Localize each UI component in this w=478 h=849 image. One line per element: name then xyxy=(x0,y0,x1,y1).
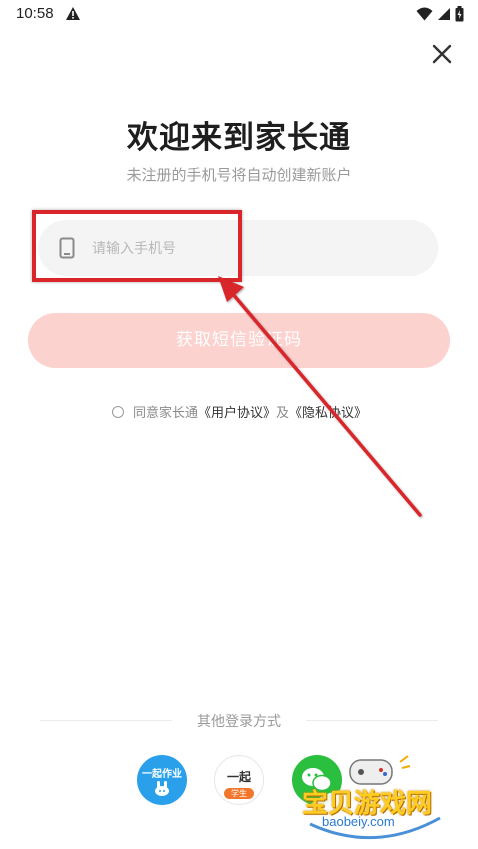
other-login-label: 其他登录方式 xyxy=(197,714,281,730)
divider-right xyxy=(306,720,438,721)
status-time: 10:58 xyxy=(16,5,54,22)
agreement-checkbox[interactable] xyxy=(112,405,124,418)
homework-icon-label: 一起作业 xyxy=(142,768,182,780)
annotation-highlight-box xyxy=(32,210,242,282)
status-indicators xyxy=(416,6,464,22)
student-icon-label: 一起 xyxy=(226,769,251,784)
agreement-and: 及 xyxy=(276,406,290,421)
battery-icon xyxy=(455,6,464,22)
student-icon-sub: 学生 xyxy=(224,787,254,799)
close-icon xyxy=(432,44,452,64)
other-login-divider: 其他登录方式 xyxy=(40,711,438,731)
page-title: 欢迎来到家长通 xyxy=(127,120,351,156)
agreement-row: 同意家长通 《用户协议》 及 《隐私协议》 xyxy=(112,402,367,421)
page-subtitle: 未注册的手机号将自动创建新账户 xyxy=(126,166,352,184)
agreement-prefix: 同意家长通 xyxy=(133,406,199,421)
rabbit-icon xyxy=(155,780,169,796)
user-agreement-link[interactable]: 《用户协议》 xyxy=(198,402,276,421)
student-login-button[interactable]: 一起 学生 xyxy=(214,755,264,805)
signal-icon xyxy=(438,8,450,20)
get-sms-code-button[interactable]: 获取短信验证码 xyxy=(28,313,450,368)
warning-icon xyxy=(65,6,81,25)
status-bar: 10:58 xyxy=(0,0,478,30)
watermark-url: baobeiy.com xyxy=(322,814,395,829)
close-button[interactable] xyxy=(428,40,456,68)
homework-login-button[interactable]: 一起作业 xyxy=(137,755,187,805)
wifi-icon xyxy=(416,7,433,21)
privacy-agreement-link[interactable]: 《隐私协议》 xyxy=(289,402,367,421)
